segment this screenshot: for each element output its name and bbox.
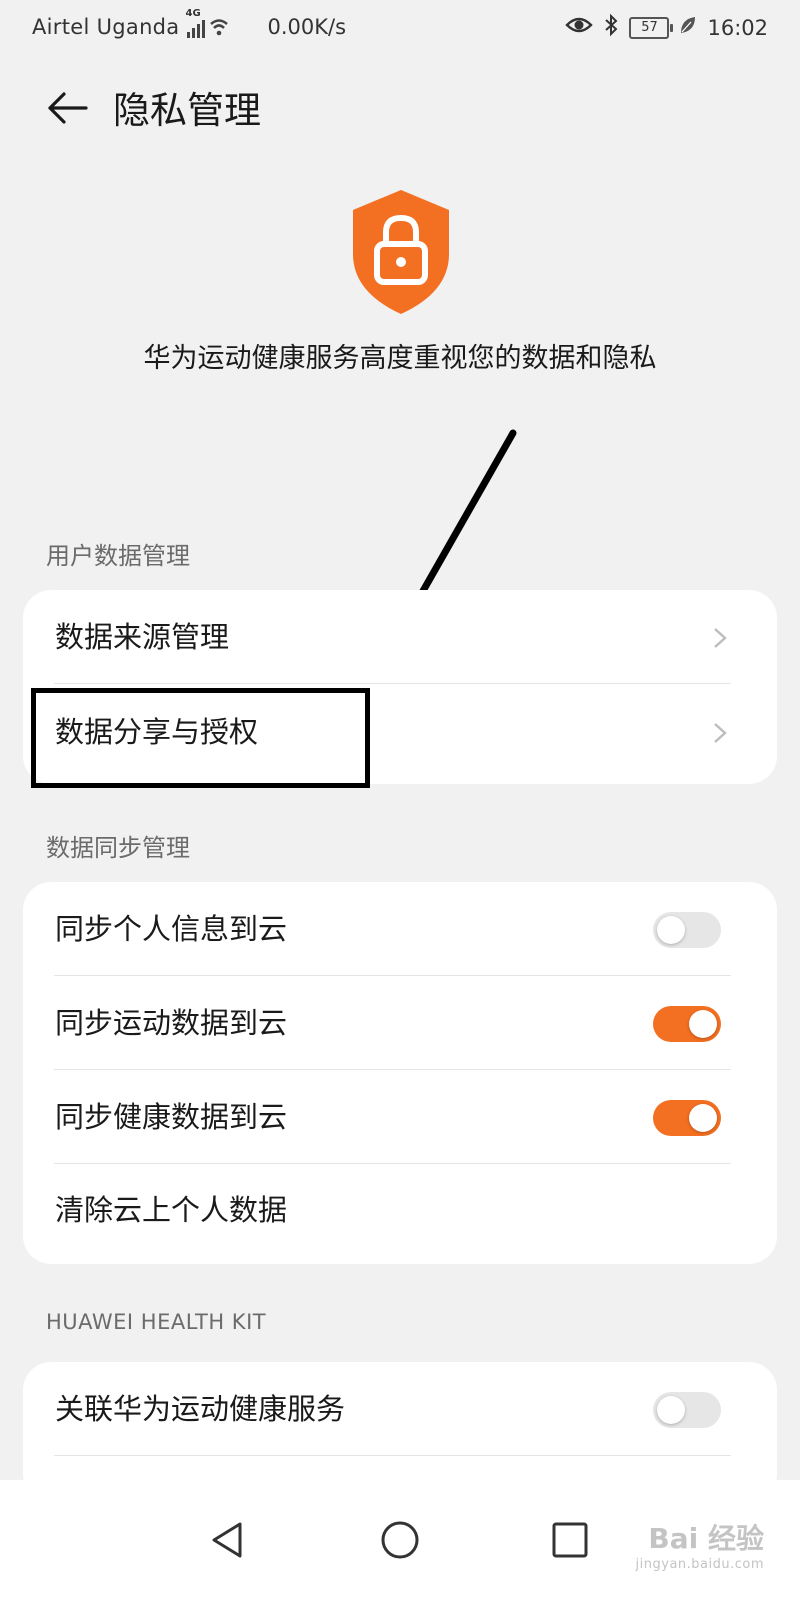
triangle-back-icon [212,1522,242,1558]
sync-card: 同步个人信息到云 同步运动数据到云 同步健康数据到云 清除云上个人数据 [23,882,777,1264]
section-label-sync: 数据同步管理 [46,834,190,862]
toggle-knob [689,1104,717,1132]
status-bar: Airtel Uganda 4G 0.00K/s 57 16:02 [0,0,800,56]
square-recents-icon [552,1522,588,1558]
list-item-sync-workout[interactable]: 同步运动数据到云 [23,976,777,1070]
toggle-knob [689,1010,717,1038]
section-label-user-data: 用户数据管理 [46,542,190,570]
chevron-right-icon [714,723,727,743]
section-label-health-kit: HUAWEI HEALTH KIT [46,1310,267,1334]
list-item-label: 同步运动数据到云 [55,1006,288,1040]
baidu-jingyan-watermark: Bai 经验 jingyan.baidu.com [635,1525,764,1578]
app-header: 隐私管理 [0,70,800,142]
list-item-label: 清除云上个人数据 [55,1193,288,1227]
list-item-link-health-service[interactable]: 关联华为运动健康服务 [23,1362,777,1456]
watermark-subtext: jingyan.baidu.com [635,1557,764,1572]
list-item-label: 数据来源管理 [55,620,230,654]
privacy-description: 华为运动健康服务高度重视您的数据和隐私 [143,343,657,374]
sync-profile-toggle[interactable] [653,912,721,948]
system-navigation-bar: Bai 经验 jingyan.baidu.com [0,1480,800,1600]
sync-workout-toggle[interactable] [653,1006,721,1042]
carrier-name: Airtel Uganda [32,15,180,39]
annotation-highlight-box [31,688,370,788]
net-speed: 0.00K/s [267,15,347,39]
sync-health-toggle[interactable] [653,1100,721,1136]
chevron-right-icon [714,628,727,648]
list-item-label: 关联华为运动健康服务 [55,1392,346,1426]
signal-icon: 4G [183,8,229,40]
back-button[interactable] [44,84,92,132]
battery-indicator: 57 [629,16,674,39]
list-item-sync-profile[interactable]: 同步个人信息到云 [23,882,777,976]
bluetooth-icon [603,13,619,42]
toggle-knob [657,916,685,944]
toggle-knob [657,1396,685,1424]
list-item-clear-cloud-data[interactable]: 清除云上个人数据 [23,1164,777,1264]
eye-comfort-icon [565,15,594,40]
nav-recents-button[interactable] [546,1516,594,1564]
clock: 16:02 [707,15,768,40]
nav-home-button[interactable] [376,1516,424,1564]
page-title: 隐私管理 [113,89,261,132]
list-item-label: 同步健康数据到云 [55,1100,288,1134]
link-health-service-toggle[interactable] [653,1392,721,1428]
list-item-sync-health[interactable]: 同步健康数据到云 [23,1070,777,1164]
back-arrow-icon [48,92,88,124]
nav-back-button[interactable] [204,1516,252,1564]
list-item-data-source[interactable]: 数据来源管理 [23,590,777,684]
list-item-label: 同步个人信息到云 [55,912,288,946]
shield-lock-icon [349,188,453,316]
leaf-icon [679,15,697,40]
circle-home-icon [381,1521,419,1559]
divider [54,1455,731,1456]
watermark-text: Bai 经验 [648,1522,764,1555]
